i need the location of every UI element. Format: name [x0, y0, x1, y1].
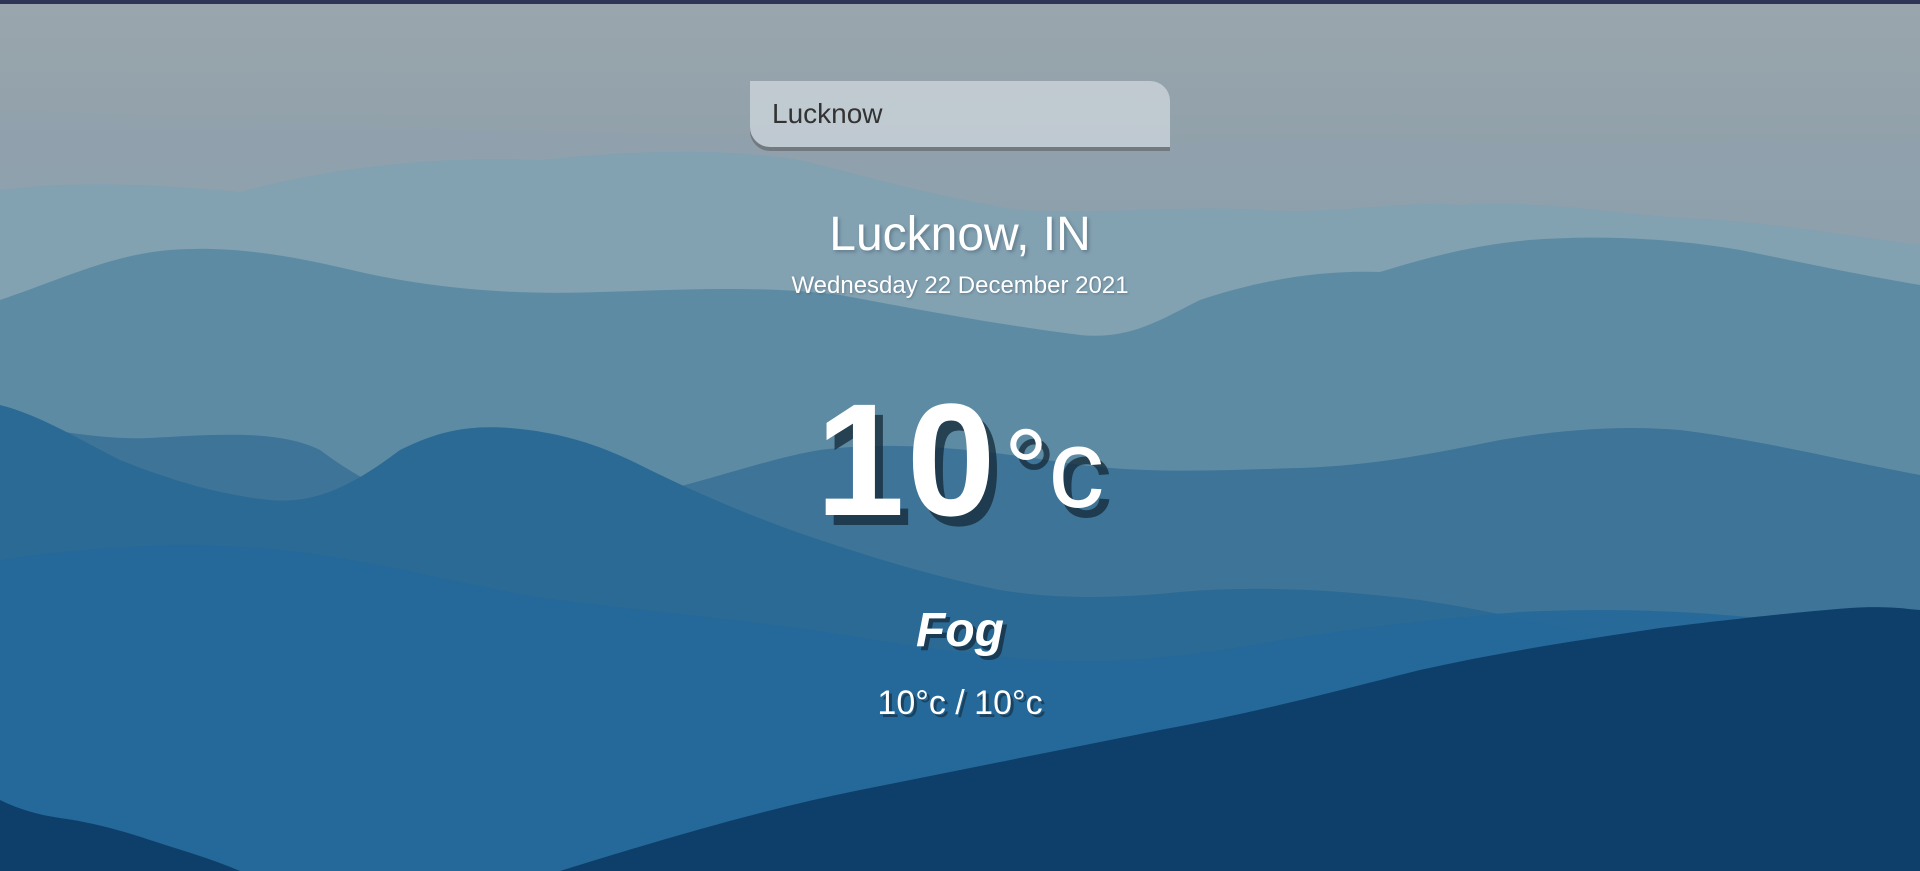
- city-country-label: Lucknow, IN: [829, 208, 1091, 261]
- weather-condition: Fog: [916, 604, 1004, 657]
- hi-low-temperature: 10°c / 10°c: [877, 684, 1043, 722]
- temperature-unit: °c: [1003, 406, 1105, 531]
- weather-content: Lucknow, IN Wednesday 22 December 2021 1…: [0, 0, 1920, 871]
- temperature-display: 10°c: [0, 380, 1920, 540]
- weather-app: Lucknow, IN Wednesday 22 December 2021 1…: [0, 0, 1920, 871]
- date-label: Wednesday 22 December 2021: [791, 272, 1129, 299]
- search-input[interactable]: [750, 81, 1170, 147]
- temperature-value: 10: [815, 370, 998, 549]
- top-strip: [0, 0, 1920, 4]
